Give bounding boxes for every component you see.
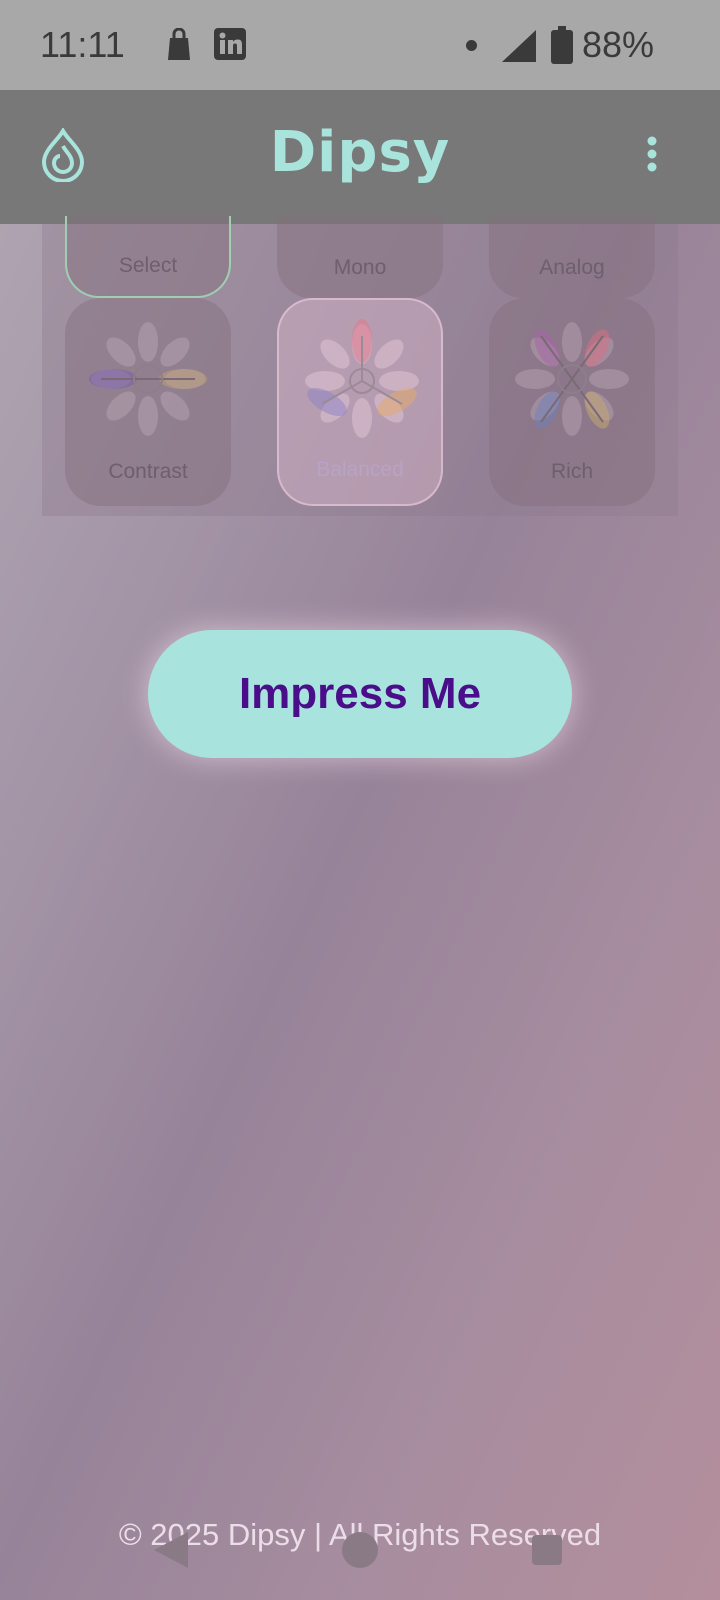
- scheme-label: Balanced: [316, 458, 404, 481]
- status-bar: 11:11 88%: [0, 0, 720, 90]
- scheme-rich-tile[interactable]: Rich: [489, 298, 655, 506]
- impress-me-button[interactable]: Impress Me: [148, 630, 572, 758]
- scheme-label: Mono: [333, 256, 387, 279]
- balanced-wheel-icon: [297, 316, 427, 452]
- shopping-bag-icon: [166, 27, 192, 67]
- battery-icon: [551, 26, 573, 69]
- scheme-contrast-tile[interactable]: Contrast: [65, 298, 231, 506]
- scheme-label: Select: [118, 254, 178, 277]
- more-vert-icon[interactable]: [646, 136, 658, 177]
- scheme-panel: Select Mono Analog Contrast Balanced Ric…: [42, 216, 678, 516]
- linkedin-icon: [214, 28, 246, 65]
- scheme-label: Analog: [539, 256, 605, 279]
- home-icon[interactable]: [342, 1532, 378, 1568]
- status-time: 11:11: [40, 24, 125, 65]
- scheme-mono-tile[interactable]: Mono: [277, 216, 443, 298]
- battery-percentage: 88%: [582, 24, 655, 65]
- rich-wheel-icon: [507, 314, 637, 450]
- scheme-label: Contrast: [108, 460, 188, 483]
- cell-signal-icon: [502, 30, 536, 67]
- scheme-balanced-tile[interactable]: Balanced: [277, 298, 443, 506]
- scheme-label: Rich: [550, 460, 593, 483]
- scheme-analog-tile[interactable]: Analog: [489, 216, 655, 298]
- app-title: Dipsy: [269, 120, 451, 185]
- recents-icon[interactable]: [532, 1535, 562, 1565]
- notification-dot-icon: [466, 40, 477, 51]
- back-icon[interactable]: [154, 1532, 188, 1573]
- contrast-wheel-icon: [83, 314, 213, 450]
- scheme-select-tile[interactable]: Select: [65, 216, 231, 298]
- app-bar: Dipsy: [0, 90, 720, 224]
